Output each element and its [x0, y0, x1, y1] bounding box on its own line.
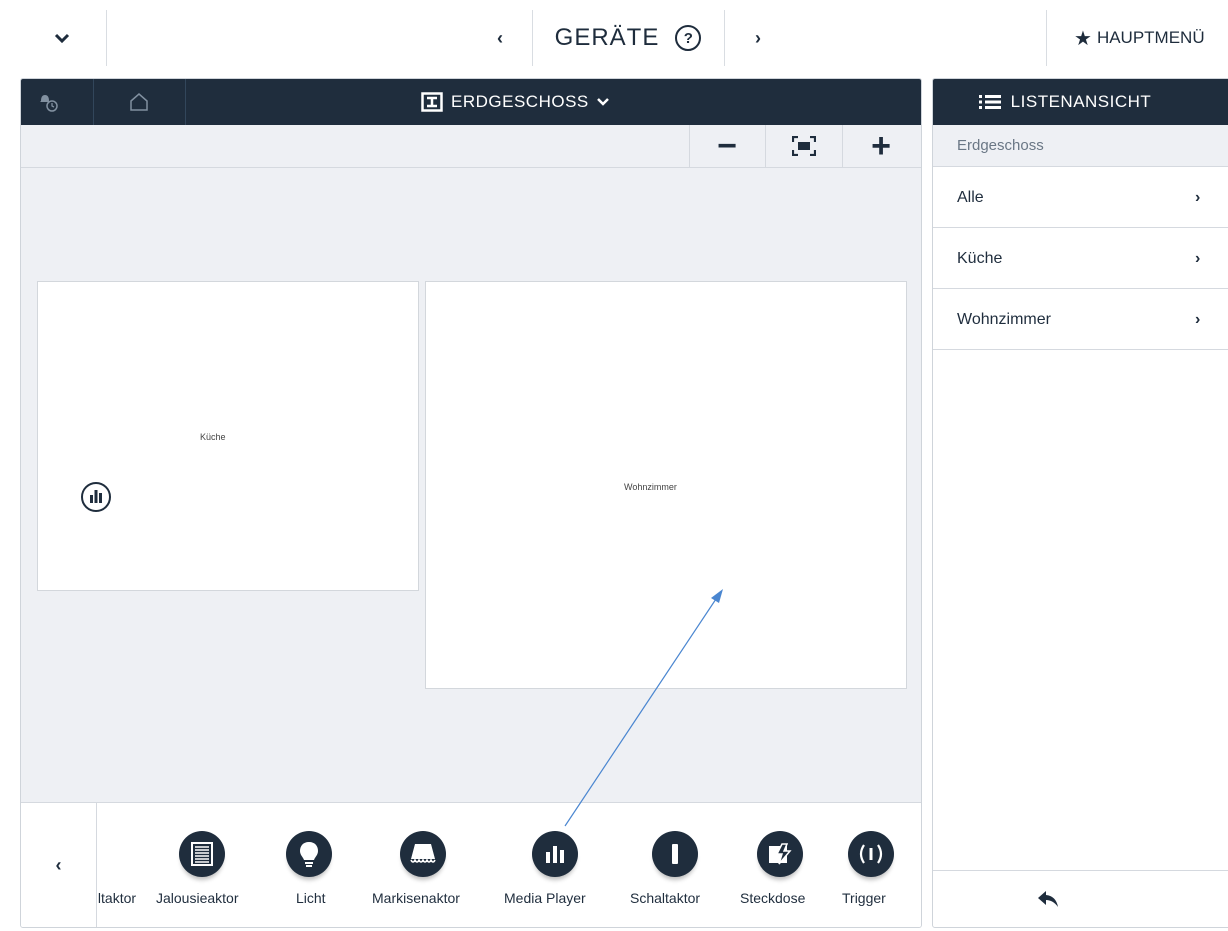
device-steckdose[interactable]: Steckdose	[740, 803, 820, 927]
top-bar: ‹ GERÄTE ? › ★ HAUPTMENÜ	[0, 0, 1228, 76]
help-icon[interactable]: ?	[675, 25, 702, 51]
main-menu-button[interactable]: ★ HAUPTMENÜ	[1060, 10, 1228, 66]
prev-page-button[interactable]: ‹	[470, 10, 530, 66]
collapse-button[interactable]	[20, 10, 104, 66]
trigger-icon	[848, 831, 894, 877]
divider	[1046, 10, 1047, 66]
device-label: Steckdose	[740, 890, 806, 906]
floorplan-panel: ERDGESCHOSS − + Küche Wohnzimmer ‹ ltakt…	[20, 78, 922, 928]
list-item-label: Alle	[957, 188, 984, 206]
page-title-text: GERÄTE	[554, 24, 660, 51]
list-item-wohnzimmer[interactable]: Wohnzimmer ›	[933, 290, 1228, 350]
back-button[interactable]	[933, 870, 1228, 927]
zoom-toolbar: − +	[21, 125, 921, 168]
room-label: Küche	[200, 432, 226, 442]
floor-title: ERDGESCHOSS	[451, 92, 589, 111]
chevron-right-icon: ›	[1195, 249, 1201, 267]
next-page-button[interactable]: ›	[728, 10, 788, 66]
device-schaltaktor[interactable]: Schaltaktor	[630, 803, 720, 927]
device-label: Schaltaktor	[630, 890, 701, 906]
zoom-in-button[interactable]: +	[843, 125, 919, 167]
list-view-panel: LISTENANSICHT Erdgeschoss Alle › Küche ›…	[932, 78, 1228, 928]
home-icon	[130, 93, 148, 111]
device-bar-prev-button[interactable]: ‹	[21, 803, 97, 927]
chevron-left-icon: ‹	[497, 27, 503, 48]
zoom-out-button[interactable]: −	[689, 125, 765, 167]
device-label: Media Player	[504, 890, 586, 906]
floor-selector[interactable]: ERDGESCHOSS	[421, 79, 617, 125]
divider	[93, 79, 94, 125]
home-button[interactable]	[111, 79, 167, 125]
chevron-left-icon: ‹	[55, 855, 62, 875]
fit-to-screen-button[interactable]	[766, 125, 842, 167]
alarm-timer-button[interactable]	[21, 79, 77, 125]
chevron-right-icon: ›	[755, 27, 761, 48]
media-player-icon	[532, 831, 578, 877]
list-item-alle[interactable]: Alle ›	[933, 168, 1228, 228]
bulb-icon	[286, 831, 332, 877]
divider	[724, 10, 725, 66]
alarm-timer-icon	[40, 95, 58, 112]
back-arrow-icon	[1038, 891, 1058, 907]
device-trigger[interactable]: Trigger	[842, 803, 912, 927]
list-item-kueche[interactable]: Küche ›	[933, 229, 1228, 289]
device-markisenaktor[interactable]: Markisenaktor	[372, 803, 482, 927]
list-item-label: Küche	[957, 249, 1003, 267]
device-label: Markisenaktor	[372, 890, 460, 906]
device-media-player[interactable]: Media Player	[504, 803, 604, 927]
main-menu-label: HAUPTMENÜ	[1096, 28, 1205, 47]
divider	[185, 79, 186, 125]
device-list: Schaltaktor Jalousieaktor	[98, 803, 921, 927]
room-wohnzimmer[interactable]: Wohnzimmer	[425, 281, 907, 689]
device-jalousieaktor[interactable]: Jalousieaktor	[156, 803, 266, 927]
device-label: Jalousieaktor	[156, 890, 239, 906]
switch-icon	[652, 831, 698, 877]
chevron-down-icon	[596, 98, 609, 106]
divider	[532, 10, 533, 66]
page-title: GERÄTE ?	[534, 10, 722, 66]
list-icon	[978, 95, 1001, 109]
chevron-right-icon: ›	[1195, 310, 1201, 328]
device-label: Licht	[296, 890, 326, 906]
fit-screen-icon	[792, 136, 816, 156]
list-view-title: LISTENANSICHT	[1010, 92, 1152, 111]
device-label: Trigger	[842, 890, 886, 906]
floorplan-icon	[421, 92, 443, 112]
device-schaltaktor-partial[interactable]: Schaltaktor	[98, 803, 156, 927]
media-player-icon[interactable]	[80, 481, 112, 513]
list-view-subheader: Erdgeschoss	[933, 125, 1228, 167]
awning-icon	[400, 831, 446, 877]
room-label: Wohnzimmer	[624, 482, 677, 492]
floorplan-header: ERDGESCHOSS	[21, 79, 921, 125]
divider	[106, 10, 107, 66]
list-item-label: Wohnzimmer	[957, 310, 1051, 328]
device-bar: ‹ Schaltaktor Jalousieaktor	[21, 802, 921, 927]
room-kueche[interactable]: Küche	[37, 281, 419, 591]
chevron-right-icon: ›	[1195, 188, 1201, 206]
device-licht[interactable]: Licht	[286, 803, 356, 927]
device-label: Schaltaktor	[98, 890, 137, 906]
list-view-header[interactable]: LISTENANSICHT	[933, 79, 1228, 125]
blind-icon	[179, 831, 225, 877]
socket-icon	[757, 831, 803, 877]
star-icon: ★	[1074, 27, 1092, 50]
chevron-down-icon	[54, 33, 70, 43]
